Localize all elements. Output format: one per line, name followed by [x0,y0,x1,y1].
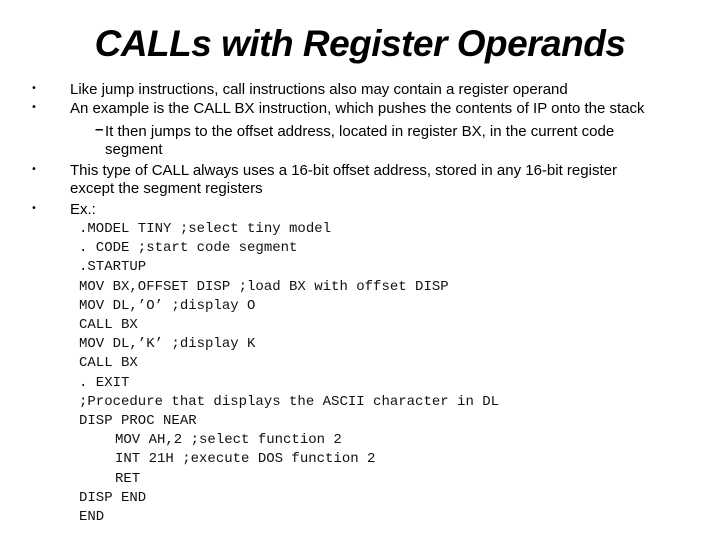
bullet-icon: • [31,83,37,94]
bullet-text-1: Like jump instructions, call instruction… [70,81,568,98]
code-line: RET [115,471,141,487]
code-line: . CODE ;start code segment [79,240,298,256]
code-line: END [79,509,105,525]
bullet-text-4: Ex.: [70,201,96,218]
code-line: DISP END [79,490,147,506]
bullet-icon: • [31,102,37,113]
bullet-text-2: An example is the CALL BX instruction, w… [70,100,645,117]
code-line: MOV DL,’O’ ;display O [79,298,256,314]
code-line: .STARTUP [79,259,147,275]
bullet-text-3: This type of CALL always uses a 16-bit o… [70,162,617,179]
sub-bullet-text: It then jumps to the offset address, loc… [105,123,615,140]
code-line: INT 21H ;execute DOS function 2 [115,451,376,467]
slide-title: CALLs with Register Operands [94,23,626,64]
code-line: DISP PROC NEAR [79,413,197,429]
code-line: CALL BX [79,317,138,333]
dash-icon: – [95,121,104,138]
bullet-icon: • [31,203,37,214]
code-line: .MODEL TINY ;select tiny model [79,221,332,237]
code-line: MOV DL,’K’ ;display K [79,336,256,352]
code-line: . EXIT [79,375,130,391]
code-line: MOV AH,2 ;select function 2 [115,432,342,448]
code-line: ;Procedure that displays the ASCII chara… [79,394,500,410]
sub-bullet-continuation: segment [105,141,163,158]
code-line: MOV BX,OFFSET DISP ;load BX with offset … [79,279,449,295]
code-line: CALL BX [79,355,138,371]
bullet-text-3-continuation: except the segment registers [70,180,263,197]
bullet-icon: • [31,164,37,175]
